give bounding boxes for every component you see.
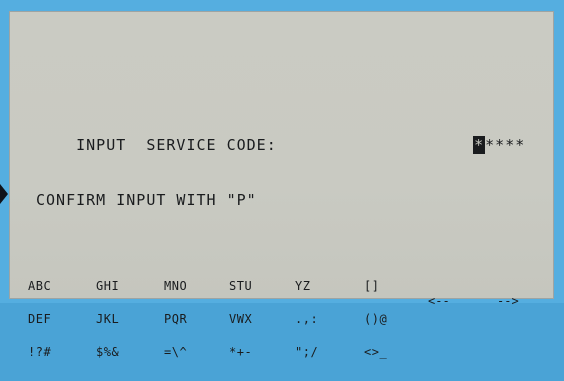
service-code-input[interactable]: *****	[433, 118, 525, 172]
masked-code: ****	[485, 136, 526, 154]
confirm-instruction: CONFIRM INPUT WITH "P"	[36, 191, 257, 209]
service-code-label: INPUT SERVICE CODE:	[76, 136, 277, 154]
key-group-brackets[interactable]: [] ()@ <>_	[364, 259, 395, 380]
key-group-abc[interactable]: ABC DEF !?#	[28, 259, 59, 380]
key-row: STU	[229, 279, 253, 293]
input-cursor: *	[473, 136, 486, 154]
key-row: PQR	[164, 312, 188, 326]
key-row: =\^	[164, 345, 188, 359]
key-row: $%&	[96, 345, 120, 359]
key-row: MNO	[164, 279, 188, 293]
key-row: <>_	[364, 345, 388, 359]
key-row: YZ	[295, 279, 311, 293]
key-row: *+-	[229, 345, 253, 359]
key-group-ghi[interactable]: GHI JKL $%&	[96, 259, 127, 380]
key-row: JKL	[96, 312, 120, 326]
key-row: !?#	[28, 345, 52, 359]
key-row: ABC	[28, 279, 52, 293]
key-row: ()@	[364, 312, 388, 326]
key-row: []	[364, 279, 380, 293]
key-row: GHI	[96, 279, 120, 293]
key-group-mno[interactable]: MNO PQR =\^	[164, 259, 195, 380]
side-arrow-icon	[0, 184, 8, 204]
lcd-screen: INPUT SERVICE CODE: ***** CONFIRM INPUT …	[9, 11, 554, 358]
key-row: VWX	[229, 312, 253, 326]
key-row: .,:	[295, 312, 319, 326]
key-row: ";/	[295, 345, 319, 359]
key-group-yz[interactable]: YZ .,: ";/	[295, 259, 326, 380]
key-group-stu[interactable]: STU VWX *+-	[229, 259, 260, 380]
key-row: DEF	[28, 312, 52, 326]
nav-forward-button[interactable]: -->	[497, 294, 519, 308]
nav-back-button[interactable]: <--	[428, 294, 450, 308]
service-code-prompt: INPUT SERVICE CODE:	[36, 118, 277, 172]
